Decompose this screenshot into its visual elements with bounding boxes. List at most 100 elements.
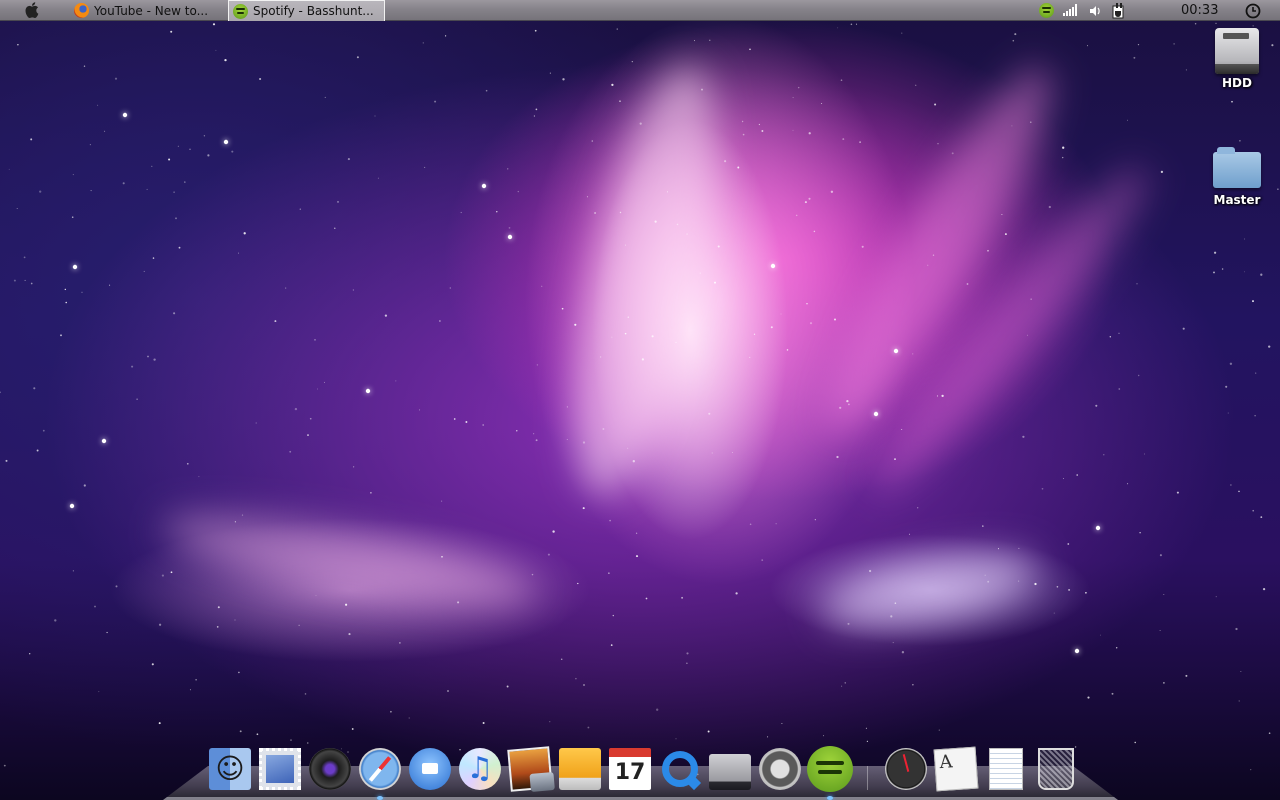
dock-item-trash[interactable]: [1031, 744, 1081, 794]
dock-item-quicktime[interactable]: [655, 744, 705, 794]
clock-time[interactable]: 00:33: [1181, 0, 1218, 21]
star: [175, 217, 177, 220]
star: [536, 364, 539, 366]
power-plug-icon[interactable]: [1112, 0, 1126, 21]
spotify-icon: [807, 746, 853, 792]
star: [299, 208, 301, 210]
dock-item-external-drive[interactable]: [555, 744, 605, 794]
star: [170, 30, 173, 33]
star: [1076, 474, 1078, 476]
star: [441, 500, 443, 502]
star: [561, 307, 564, 310]
star: [447, 690, 449, 692]
star: [616, 28, 618, 30]
star: [915, 84, 917, 86]
star: [865, 727, 867, 729]
star: [1118, 332, 1120, 334]
star: [146, 188, 148, 190]
dock-item-mail[interactable]: [255, 744, 305, 794]
apple-logo-icon[interactable]: [24, 2, 40, 19]
dock-item-documents[interactable]: [931, 744, 981, 794]
calendar-icon: [609, 748, 651, 790]
dock-item-disk[interactable]: [705, 744, 755, 794]
dock-item-sync[interactable]: [755, 744, 805, 794]
volume-icon[interactable]: [1089, 0, 1103, 21]
star: [106, 631, 108, 634]
star: [1271, 44, 1274, 47]
star: [709, 39, 711, 41]
bright-star: [481, 183, 487, 189]
dock-item-finder[interactable]: [205, 744, 255, 794]
star: [549, 721, 551, 723]
star: [1115, 647, 1118, 649]
finder-icon: [209, 748, 251, 790]
ichat-bubble-icon: [409, 748, 451, 790]
star: [724, 160, 727, 163]
star: [203, 135, 206, 137]
star: [547, 553, 550, 556]
star: [136, 398, 138, 401]
bright-star: [101, 438, 107, 444]
taskbar-item-youtube[interactable]: YouTube - New to...: [70, 0, 225, 21]
star: [780, 313, 782, 315]
star: [1255, 372, 1257, 374]
star: [356, 56, 359, 59]
star: [285, 287, 287, 289]
dock-item-dashboard[interactable]: [881, 744, 931, 794]
star: [625, 244, 626, 246]
star: [861, 245, 864, 248]
star: [841, 685, 843, 687]
star: [848, 403, 850, 406]
star: [64, 288, 66, 291]
star: [1062, 478, 1064, 480]
star: [577, 582, 579, 585]
bright-star: [873, 411, 879, 417]
star: [109, 284, 111, 286]
dock-item-notes[interactable]: [981, 744, 1031, 794]
star: [241, 514, 244, 516]
taskbar-item-spotify[interactable]: Spotify - Basshunt...: [228, 0, 385, 21]
star: [1229, 362, 1233, 365]
dock-item-aperture[interactable]: [305, 744, 355, 794]
tray-spotify-icon[interactable]: [1039, 0, 1054, 21]
star: [152, 257, 155, 259]
signal-strength-icon[interactable]: [1063, 4, 1079, 16]
star: [619, 211, 622, 214]
star: [792, 129, 794, 131]
star: [1163, 593, 1165, 596]
star: [158, 623, 162, 626]
star: [667, 191, 668, 193]
star: [830, 190, 834, 193]
star: [81, 291, 83, 293]
star: [298, 624, 300, 626]
star: [686, 662, 688, 664]
star: [859, 141, 861, 143]
star: [645, 597, 648, 600]
star: [89, 144, 91, 146]
star: [1012, 39, 1015, 42]
dock-item-ichat[interactable]: [405, 744, 455, 794]
star: [795, 214, 798, 217]
star: [143, 270, 145, 272]
star: [496, 211, 498, 213]
folder-icon: [1213, 147, 1261, 188]
dock-item-ical[interactable]: [605, 744, 655, 794]
dock-item-itunes[interactable]: [455, 744, 505, 794]
clock-icon[interactable]: [1245, 0, 1261, 21]
star: [749, 523, 752, 526]
dock-item-iphoto[interactable]: [505, 744, 555, 794]
star: [334, 227, 336, 229]
desktop-icon-hdd[interactable]: HDD: [1207, 28, 1267, 90]
dock-separator: [855, 744, 881, 794]
star: [1014, 33, 1017, 36]
star: [207, 154, 210, 157]
dock-item-spotify[interactable]: [805, 744, 855, 800]
star: [761, 559, 764, 561]
menu-bar: YouTube - New to... Spotify - Basshunt..…: [0, 0, 1280, 21]
star: [72, 570, 74, 572]
star: [901, 651, 905, 654]
desktop-icon-master[interactable]: Master: [1207, 147, 1267, 207]
star: [1230, 484, 1232, 486]
star: [1133, 56, 1136, 59]
dock-item-safari[interactable]: [355, 744, 405, 800]
